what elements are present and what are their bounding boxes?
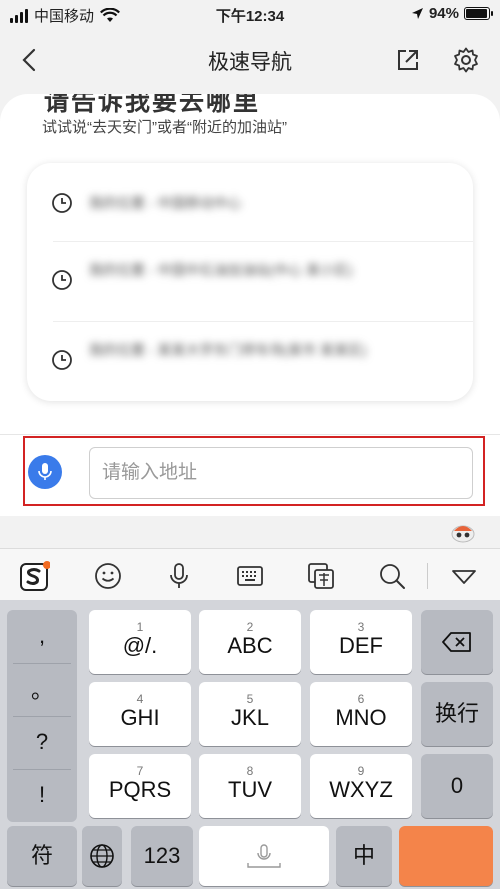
history-item-text: 我的位置 - 某某大学东门停车场(某市 某某区) bbox=[89, 342, 367, 358]
key-3[interactable]: 3 DEF bbox=[310, 610, 412, 674]
punct-key-comma[interactable]: , bbox=[7, 610, 77, 662]
punct-key-question[interactable]: ? bbox=[7, 716, 77, 768]
key-label: 中 bbox=[352, 843, 375, 868]
location-arrow-icon bbox=[411, 8, 423, 19]
divider bbox=[53, 241, 473, 242]
space-microphone-icon bbox=[247, 844, 281, 868]
confirm-key[interactable] bbox=[399, 826, 493, 886]
keyboard-icon[interactable] bbox=[235, 561, 265, 591]
divider bbox=[53, 321, 473, 322]
clock-icon bbox=[52, 270, 72, 290]
key-1[interactable]: 1 @/. bbox=[89, 610, 191, 674]
number-key[interactable]: 123 bbox=[131, 826, 193, 886]
share-icon[interactable] bbox=[394, 46, 422, 74]
key-6[interactable]: 6 MNO bbox=[310, 682, 412, 746]
keyboard: , 。 ? ! 1 @/. 2 ABC 3 DEF 4 GHI 5 JKL 6 … bbox=[0, 600, 500, 889]
battery-fill bbox=[466, 9, 487, 18]
language-key[interactable] bbox=[82, 826, 122, 886]
symbol-key[interactable]: 符 bbox=[7, 826, 77, 886]
history-item-text: 我的位置 - 中国中石油加油站(中心 某小区) bbox=[89, 262, 353, 278]
history-item[interactable]: 我的位置 - 中国移动中心 bbox=[27, 183, 473, 223]
delete-key[interactable] bbox=[421, 610, 493, 674]
key-number: 6 bbox=[357, 692, 365, 706]
punctuation-column: , 。 ? ! bbox=[7, 610, 77, 822]
translate-icon[interactable] bbox=[306, 561, 336, 591]
search-icon[interactable] bbox=[377, 561, 407, 591]
key-label: 换行 bbox=[434, 701, 479, 726]
key-9[interactable]: 9 WXYZ bbox=[310, 754, 412, 818]
key-7[interactable]: 7 PQRS bbox=[89, 754, 191, 818]
clock-icon bbox=[52, 193, 72, 213]
voice-panel: 请告诉我要去哪里 试试说“去天安门”或者“附近的加油站” 我的位置 - 中国移动… bbox=[0, 94, 500, 434]
key-label: JKL bbox=[231, 705, 269, 730]
key-label: PQRS bbox=[108, 777, 172, 802]
hide-keyboard-icon[interactable] bbox=[449, 561, 479, 591]
key-label: TUV bbox=[228, 777, 272, 802]
key-label: DEF bbox=[339, 633, 383, 658]
sogou-logo-icon[interactable] bbox=[20, 561, 50, 591]
history-card: 我的位置 - 中国移动中心 我的位置 - 中国中石油加油站(中心 某小区) 我的… bbox=[27, 163, 473, 401]
key-number: 7 bbox=[136, 764, 144, 778]
headline: 请告诉我要去哪里 bbox=[44, 94, 261, 116]
key-label: 0 bbox=[450, 773, 464, 798]
space-key[interactable] bbox=[199, 826, 329, 886]
key-label: ABC bbox=[227, 633, 273, 658]
clock-icon bbox=[52, 350, 72, 370]
key-number: 2 bbox=[246, 620, 254, 634]
hint-text: 试试说“去天安门”或者“附近的加油站” bbox=[42, 119, 287, 136]
gear-icon[interactable] bbox=[452, 46, 480, 74]
key-4[interactable]: 4 GHI bbox=[89, 682, 191, 746]
globe-icon bbox=[90, 844, 114, 868]
key-5[interactable]: 5 JKL bbox=[199, 682, 301, 746]
newline-key[interactable]: 换行 bbox=[421, 682, 493, 746]
history-item[interactable]: 我的位置 - 中国中石油加油站(中心 某小区) bbox=[27, 255, 473, 305]
key-number: 8 bbox=[246, 764, 254, 778]
battery-icon bbox=[464, 7, 493, 20]
key-number: 9 bbox=[357, 764, 365, 778]
punct-key-exclaim[interactable]: ! bbox=[7, 769, 77, 821]
microphone-icon[interactable] bbox=[164, 561, 194, 591]
key-number: 3 bbox=[357, 620, 365, 634]
highlight-box bbox=[23, 436, 485, 506]
key-label: MNO bbox=[335, 705, 387, 730]
history-item-text: 我的位置 - 中国移动中心 bbox=[89, 195, 242, 211]
key-8[interactable]: 8 TUV bbox=[199, 754, 301, 818]
key-number: 1 bbox=[136, 620, 144, 634]
key-0[interactable]: 0 bbox=[421, 754, 493, 818]
key-number: 5 bbox=[246, 692, 254, 706]
key-number: 4 bbox=[136, 692, 144, 706]
punct-key-period[interactable]: 。 bbox=[7, 663, 77, 715]
assistant-robot-icon[interactable] bbox=[450, 521, 476, 543]
page-title: 极速导航 bbox=[208, 51, 292, 74]
toolbar-separator bbox=[427, 563, 428, 589]
key-label: GHI bbox=[120, 705, 160, 730]
status-bar: 中国移动 下午12:34 94% bbox=[0, 0, 500, 28]
key-label: WXYZ bbox=[329, 777, 393, 802]
battery-percent: 94% bbox=[428, 5, 459, 22]
key-2[interactable]: 2 ABC bbox=[199, 610, 301, 674]
keyboard-toolbar bbox=[0, 548, 500, 600]
key-label: 符 bbox=[30, 843, 53, 868]
chinese-key[interactable]: 中 bbox=[336, 826, 392, 886]
backspace-icon bbox=[442, 632, 471, 652]
nav-bar: 极速导航 bbox=[0, 28, 500, 94]
key-label: 123 bbox=[143, 843, 181, 868]
history-item[interactable]: 我的位置 - 某某大学东门停车场(某市 某某区) bbox=[27, 335, 473, 385]
emoji-icon[interactable] bbox=[93, 561, 123, 591]
status-right: 94% bbox=[411, 5, 493, 22]
key-label: @/. bbox=[122, 633, 158, 658]
